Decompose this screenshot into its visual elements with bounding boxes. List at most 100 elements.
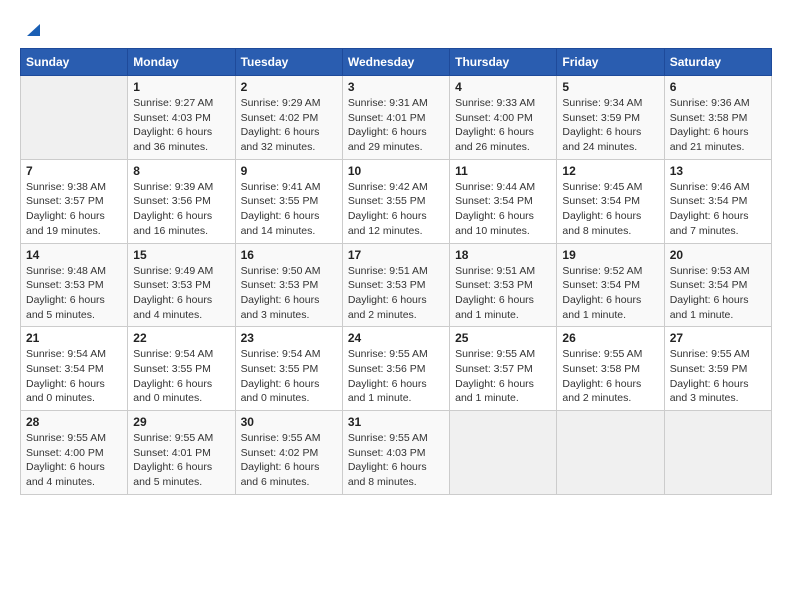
day-cell: 17 Sunrise: 9:51 AMSunset: 3:53 PMDayligh… bbox=[342, 243, 449, 327]
weekday-header-saturday: Saturday bbox=[664, 49, 771, 76]
day-info: Sunrise: 9:42 AMSunset: 3:55 PMDaylight:… bbox=[348, 180, 444, 239]
day-info: Sunrise: 9:49 AMSunset: 3:53 PMDaylight:… bbox=[133, 264, 229, 323]
day-number: 4 bbox=[455, 80, 551, 94]
weekday-header-friday: Friday bbox=[557, 49, 664, 76]
day-info: Sunrise: 9:48 AMSunset: 3:53 PMDaylight:… bbox=[26, 264, 122, 323]
day-cell: 11 Sunrise: 9:44 AMSunset: 3:54 PMDayligh… bbox=[450, 159, 557, 243]
day-info: Sunrise: 9:33 AMSunset: 4:00 PMDaylight:… bbox=[455, 96, 551, 155]
day-info: Sunrise: 9:51 AMSunset: 3:53 PMDaylight:… bbox=[455, 264, 551, 323]
day-info: Sunrise: 9:39 AMSunset: 3:56 PMDaylight:… bbox=[133, 180, 229, 239]
weekday-header-monday: Monday bbox=[128, 49, 235, 76]
day-cell: 31Sunrise: 9:55 AMSunset: 4:03 PMDayligh… bbox=[342, 411, 449, 495]
day-cell: 19 Sunrise: 9:52 AMSunset: 3:54 PMDayligh… bbox=[557, 243, 664, 327]
day-number: 24 bbox=[348, 331, 444, 345]
day-number: 7 bbox=[26, 164, 122, 178]
day-number: 20 bbox=[670, 248, 766, 262]
day-info: Sunrise: 9:55 AMSunset: 3:56 PMDaylight:… bbox=[348, 347, 444, 406]
day-number: 30 bbox=[241, 415, 337, 429]
day-number: 17 bbox=[348, 248, 444, 262]
calendar-table: SundayMondayTuesdayWednesdayThursdayFrid… bbox=[20, 48, 772, 495]
day-cell: 8Sunrise: 9:39 AMSunset: 3:56 PMDaylight… bbox=[128, 159, 235, 243]
day-number: 26 bbox=[562, 331, 658, 345]
day-number: 28 bbox=[26, 415, 122, 429]
day-number: 29 bbox=[133, 415, 229, 429]
day-cell bbox=[21, 76, 128, 160]
day-number: 3 bbox=[348, 80, 444, 94]
day-cell: 7 Sunrise: 9:38 AMSunset: 3:57 PMDaylight… bbox=[21, 159, 128, 243]
day-cell: 30 Sunrise: 9:55 AMSunset: 4:02 PMDayligh… bbox=[235, 411, 342, 495]
day-info: Sunrise: 9:31 AMSunset: 4:01 PMDaylight:… bbox=[348, 96, 444, 155]
day-number: 18 bbox=[455, 248, 551, 262]
day-info: Sunrise: 9:44 AMSunset: 3:54 PMDaylight:… bbox=[455, 180, 551, 239]
day-number: 13 bbox=[670, 164, 766, 178]
weekday-header-row: SundayMondayTuesdayWednesdayThursdayFrid… bbox=[21, 49, 772, 76]
day-number: 21 bbox=[26, 331, 122, 345]
day-cell: 22Sunrise: 9:54 AMSunset: 3:55 PMDayligh… bbox=[128, 327, 235, 411]
day-number: 16 bbox=[241, 248, 337, 262]
week-row-5: 28 Sunrise: 9:55 AMSunset: 4:00 PMDayligh… bbox=[21, 411, 772, 495]
day-cell: 26 Sunrise: 9:55 AMSunset: 3:58 PMDayligh… bbox=[557, 327, 664, 411]
day-info: Sunrise: 9:51 AMSunset: 3:53 PMDaylight:… bbox=[348, 264, 444, 323]
weekday-header-sunday: Sunday bbox=[21, 49, 128, 76]
day-cell: 6 Sunrise: 9:36 AMSunset: 3:58 PMDaylight… bbox=[664, 76, 771, 160]
day-info: Sunrise: 9:55 AMSunset: 3:57 PMDaylight:… bbox=[455, 347, 551, 406]
day-cell: 18 Sunrise: 9:51 AMSunset: 3:53 PMDayligh… bbox=[450, 243, 557, 327]
day-cell: 5 Sunrise: 9:34 AMSunset: 3:59 PMDaylight… bbox=[557, 76, 664, 160]
day-info: Sunrise: 9:54 AMSunset: 3:54 PMDaylight:… bbox=[26, 347, 122, 406]
weekday-header-tuesday: Tuesday bbox=[235, 49, 342, 76]
day-cell: 21 Sunrise: 9:54 AMSunset: 3:54 PMDayligh… bbox=[21, 327, 128, 411]
day-number: 19 bbox=[562, 248, 658, 262]
day-info: Sunrise: 9:34 AMSunset: 3:59 PMDaylight:… bbox=[562, 96, 658, 155]
week-row-4: 21 Sunrise: 9:54 AMSunset: 3:54 PMDayligh… bbox=[21, 327, 772, 411]
day-cell: 3 Sunrise: 9:31 AMSunset: 4:01 PMDaylight… bbox=[342, 76, 449, 160]
day-info: Sunrise: 9:53 AMSunset: 3:54 PMDaylight:… bbox=[670, 264, 766, 323]
day-cell: 1 Sunrise: 9:27 AMSunset: 4:03 PMDaylight… bbox=[128, 76, 235, 160]
day-cell: 10 Sunrise: 9:42 AMSunset: 3:55 PMDayligh… bbox=[342, 159, 449, 243]
logo bbox=[20, 20, 40, 38]
day-cell: 27Sunrise: 9:55 AMSunset: 3:59 PMDayligh… bbox=[664, 327, 771, 411]
day-number: 9 bbox=[241, 164, 337, 178]
day-number: 15 bbox=[133, 248, 229, 262]
day-info: Sunrise: 9:55 AMSunset: 4:00 PMDaylight:… bbox=[26, 431, 122, 490]
day-info: Sunrise: 9:54 AMSunset: 3:55 PMDaylight:… bbox=[241, 347, 337, 406]
week-row-1: 1 Sunrise: 9:27 AMSunset: 4:03 PMDaylight… bbox=[21, 76, 772, 160]
day-number: 5 bbox=[562, 80, 658, 94]
page-header bbox=[20, 20, 772, 38]
day-info: Sunrise: 9:55 AMSunset: 4:02 PMDaylight:… bbox=[241, 431, 337, 490]
week-row-2: 7 Sunrise: 9:38 AMSunset: 3:57 PMDaylight… bbox=[21, 159, 772, 243]
day-cell: 23 Sunrise: 9:54 AMSunset: 3:55 PMDayligh… bbox=[235, 327, 342, 411]
day-info: Sunrise: 9:52 AMSunset: 3:54 PMDaylight:… bbox=[562, 264, 658, 323]
day-number: 11 bbox=[455, 164, 551, 178]
day-info: Sunrise: 9:38 AMSunset: 3:57 PMDaylight:… bbox=[26, 180, 122, 239]
day-number: 1 bbox=[133, 80, 229, 94]
week-row-3: 14 Sunrise: 9:48 AMSunset: 3:53 PMDayligh… bbox=[21, 243, 772, 327]
day-cell: 28 Sunrise: 9:55 AMSunset: 4:00 PMDayligh… bbox=[21, 411, 128, 495]
day-cell: 13 Sunrise: 9:46 AMSunset: 3:54 PMDayligh… bbox=[664, 159, 771, 243]
day-info: Sunrise: 9:36 AMSunset: 3:58 PMDaylight:… bbox=[670, 96, 766, 155]
day-number: 22 bbox=[133, 331, 229, 345]
day-info: Sunrise: 9:55 AMSunset: 4:03 PMDaylight:… bbox=[348, 431, 444, 490]
weekday-header-wednesday: Wednesday bbox=[342, 49, 449, 76]
day-number: 23 bbox=[241, 331, 337, 345]
day-number: 10 bbox=[348, 164, 444, 178]
day-cell: 20 Sunrise: 9:53 AMSunset: 3:54 PMDayligh… bbox=[664, 243, 771, 327]
day-info: Sunrise: 9:55 AMSunset: 3:58 PMDaylight:… bbox=[562, 347, 658, 406]
day-cell: 15 Sunrise: 9:49 AMSunset: 3:53 PMDayligh… bbox=[128, 243, 235, 327]
day-info: Sunrise: 9:45 AMSunset: 3:54 PMDaylight:… bbox=[562, 180, 658, 239]
day-info: Sunrise: 9:41 AMSunset: 3:55 PMDaylight:… bbox=[241, 180, 337, 239]
day-cell: 12Sunrise: 9:45 AMSunset: 3:54 PMDayligh… bbox=[557, 159, 664, 243]
day-cell: 9 Sunrise: 9:41 AMSunset: 3:55 PMDaylight… bbox=[235, 159, 342, 243]
day-cell: 24 Sunrise: 9:55 AMSunset: 3:56 PMDayligh… bbox=[342, 327, 449, 411]
day-info: Sunrise: 9:27 AMSunset: 4:03 PMDaylight:… bbox=[133, 96, 229, 155]
day-number: 6 bbox=[670, 80, 766, 94]
day-number: 2 bbox=[241, 80, 337, 94]
day-info: Sunrise: 9:46 AMSunset: 3:54 PMDaylight:… bbox=[670, 180, 766, 239]
day-cell bbox=[450, 411, 557, 495]
day-cell: 14 Sunrise: 9:48 AMSunset: 3:53 PMDayligh… bbox=[21, 243, 128, 327]
day-cell bbox=[664, 411, 771, 495]
logo-icon bbox=[22, 20, 40, 38]
day-info: Sunrise: 9:55 AMSunset: 4:01 PMDaylight:… bbox=[133, 431, 229, 490]
day-number: 14 bbox=[26, 248, 122, 262]
day-cell: 29 Sunrise: 9:55 AMSunset: 4:01 PMDayligh… bbox=[128, 411, 235, 495]
day-cell: 2Sunrise: 9:29 AMSunset: 4:02 PMDaylight… bbox=[235, 76, 342, 160]
